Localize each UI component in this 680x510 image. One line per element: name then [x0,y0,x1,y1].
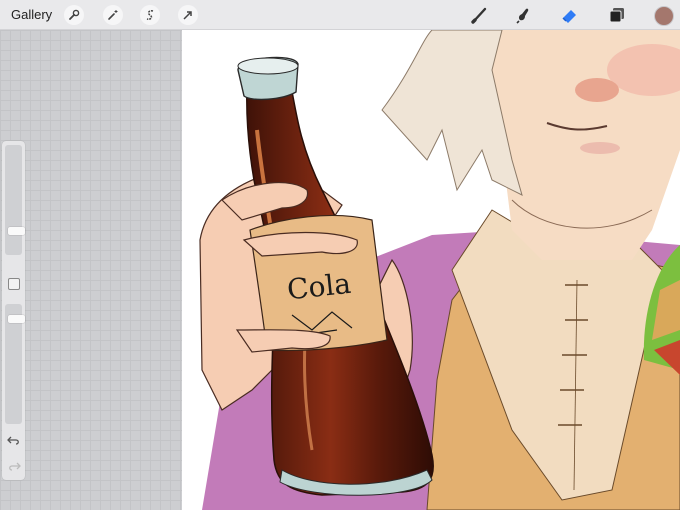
smudge-icon [516,8,529,24]
opacity-knob[interactable] [8,315,25,324]
drawing-canvas[interactable]: Cola [182,30,680,510]
modify-button[interactable] [8,278,20,290]
layers-icon [609,8,624,23]
layers-tool[interactable] [605,4,629,26]
transform-arrow-icon [183,11,192,20]
canvas-background [0,30,182,510]
undo-icon[interactable] [7,434,21,446]
brush-tool[interactable] [468,4,492,26]
smudge-tool[interactable] [512,4,536,26]
brush-size-slider[interactable] [5,145,25,255]
brush-icon [471,7,487,24]
wrench-icon [69,9,80,20]
color-swatch[interactable] [654,6,674,26]
gallery-button[interactable]: Gallery [11,7,52,22]
top-toolbar: Gallery [0,0,680,30]
eraser-icon [562,10,576,23]
transform-button[interactable] [178,5,198,25]
bottle-label-text: Cola [285,267,352,307]
selection-icon [146,10,154,20]
selection-button[interactable] [140,5,160,25]
actions-button[interactable] [64,5,84,25]
eraser-tool[interactable] [558,4,582,26]
artwork-illustration: Cola [199,30,680,510]
adjustments-button[interactable] [103,5,123,25]
sidebar [2,141,25,480]
opacity-slider[interactable] [5,304,25,424]
magic-wand-icon [108,10,118,20]
redo-icon[interactable] [7,460,21,472]
brush-size-knob[interactable] [8,226,25,235]
